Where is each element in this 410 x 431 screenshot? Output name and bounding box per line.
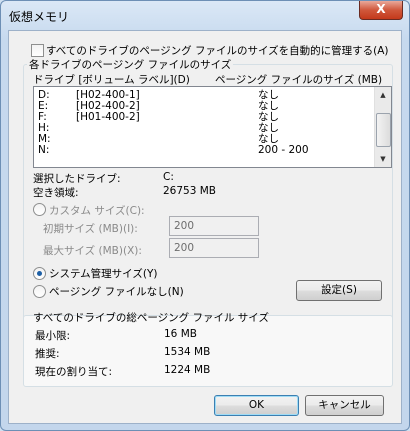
no-paging-radio[interactable]: [33, 285, 46, 298]
drive-row[interactable]: F: [H01-400-2] なし: [34, 111, 364, 123]
minimum-label: 最小限:: [35, 330, 71, 342]
auto-manage-checkbox[interactable]: [31, 44, 44, 57]
total-paging-group-label: すべてのドライブの総ページング ファイル サイズ: [33, 312, 269, 324]
paging-size: なし: [258, 89, 279, 101]
recommended-value: 1534 MB: [164, 346, 211, 358]
paging-size: なし: [258, 111, 279, 123]
dialog-client-area: すべてのドライブのページング ファイルのサイズを自動的に管理する(A) 各ドライ…: [8, 30, 402, 424]
listbox-scrollbar[interactable]: ▲ ▼: [374, 87, 391, 167]
drives-group-label: 各ドライブのページング ファイルのサイズ: [27, 57, 234, 72]
custom-size-radio[interactable]: [33, 203, 46, 216]
max-size-label: 最大サイズ (MB)(X):: [43, 245, 142, 257]
recommended-label: 推奨:: [35, 348, 60, 360]
paging-size: なし: [258, 100, 279, 112]
auto-manage-label[interactable]: すべてのドライブのページング ファイルのサイズを自動的に管理する(A): [46, 43, 389, 58]
title-bar[interactable]: 仮想メモリ X: [1, 1, 409, 29]
scroll-thumb[interactable]: [376, 113, 391, 147]
selected-drive-value: C:: [163, 171, 174, 183]
drive-letter: E:: [38, 100, 49, 112]
drive-letter: H:: [38, 122, 50, 134]
drive-letter: M:: [38, 133, 51, 145]
current-allocation-label: 現在の割り当て:: [35, 366, 113, 378]
current-allocation-value: 1224 MB: [164, 364, 211, 376]
drive-row[interactable]: N: 200 - 200: [34, 144, 364, 156]
size-column-header: ページング ファイルのサイズ (MB): [215, 74, 383, 86]
drive-row[interactable]: E: [H02-400-2] なし: [34, 100, 364, 112]
volume-label: [H02-400-2]: [76, 100, 140, 112]
ok-button[interactable]: OK: [214, 395, 299, 416]
drive-letter: D:: [38, 89, 50, 101]
cancel-button[interactable]: キャンセル: [305, 395, 384, 416]
system-managed-radio[interactable]: [33, 267, 46, 280]
selected-drive-label: 選択したドライブ:: [33, 173, 121, 185]
drive-letter: N:: [38, 144, 50, 156]
free-space-label: 空き領域:: [33, 187, 79, 199]
drive-letter: F:: [38, 111, 47, 123]
volume-label: [H02-400-1]: [76, 89, 140, 101]
drive-listbox[interactable]: D: [H02-400-1] なし E: [H02-400-2] なし F: [H01-400…: [33, 86, 392, 168]
paging-size: なし: [258, 133, 279, 145]
close-button[interactable]: X: [359, 1, 403, 20]
set-button[interactable]: 設定(S): [296, 280, 382, 301]
no-paging-label[interactable]: ページング ファイルなし(N): [49, 284, 184, 299]
drive-row[interactable]: H: なし: [34, 122, 364, 134]
scroll-down-icon[interactable]: ▼: [375, 151, 391, 167]
initial-size-label: 初期サイズ (MB)(I):: [43, 223, 138, 235]
window-title: 仮想メモリ: [9, 10, 70, 24]
initial-size-input[interactable]: 200: [169, 216, 259, 236]
drive-row[interactable]: M: なし: [34, 133, 364, 145]
drive-column-header: ドライブ [ボリューム ラベル](D): [33, 74, 190, 86]
paging-size: 200 - 200: [258, 144, 309, 156]
free-space-value: 26753 MB: [163, 185, 217, 197]
custom-size-label[interactable]: カスタム サイズ(C):: [49, 203, 145, 218]
volume-label: [H01-400-2]: [76, 111, 140, 123]
virtual-memory-dialog: 仮想メモリ X すべてのドライブのページング ファイルのサイズを自動的に管理する…: [0, 0, 410, 431]
max-size-input[interactable]: 200: [169, 238, 259, 258]
paging-size: なし: [258, 122, 279, 134]
drive-row[interactable]: D: [H02-400-1] なし: [34, 89, 364, 101]
system-managed-label[interactable]: システム管理サイズ(Y): [49, 266, 157, 281]
scroll-up-icon[interactable]: ▲: [375, 87, 391, 103]
minimum-value: 16 MB: [164, 328, 197, 340]
